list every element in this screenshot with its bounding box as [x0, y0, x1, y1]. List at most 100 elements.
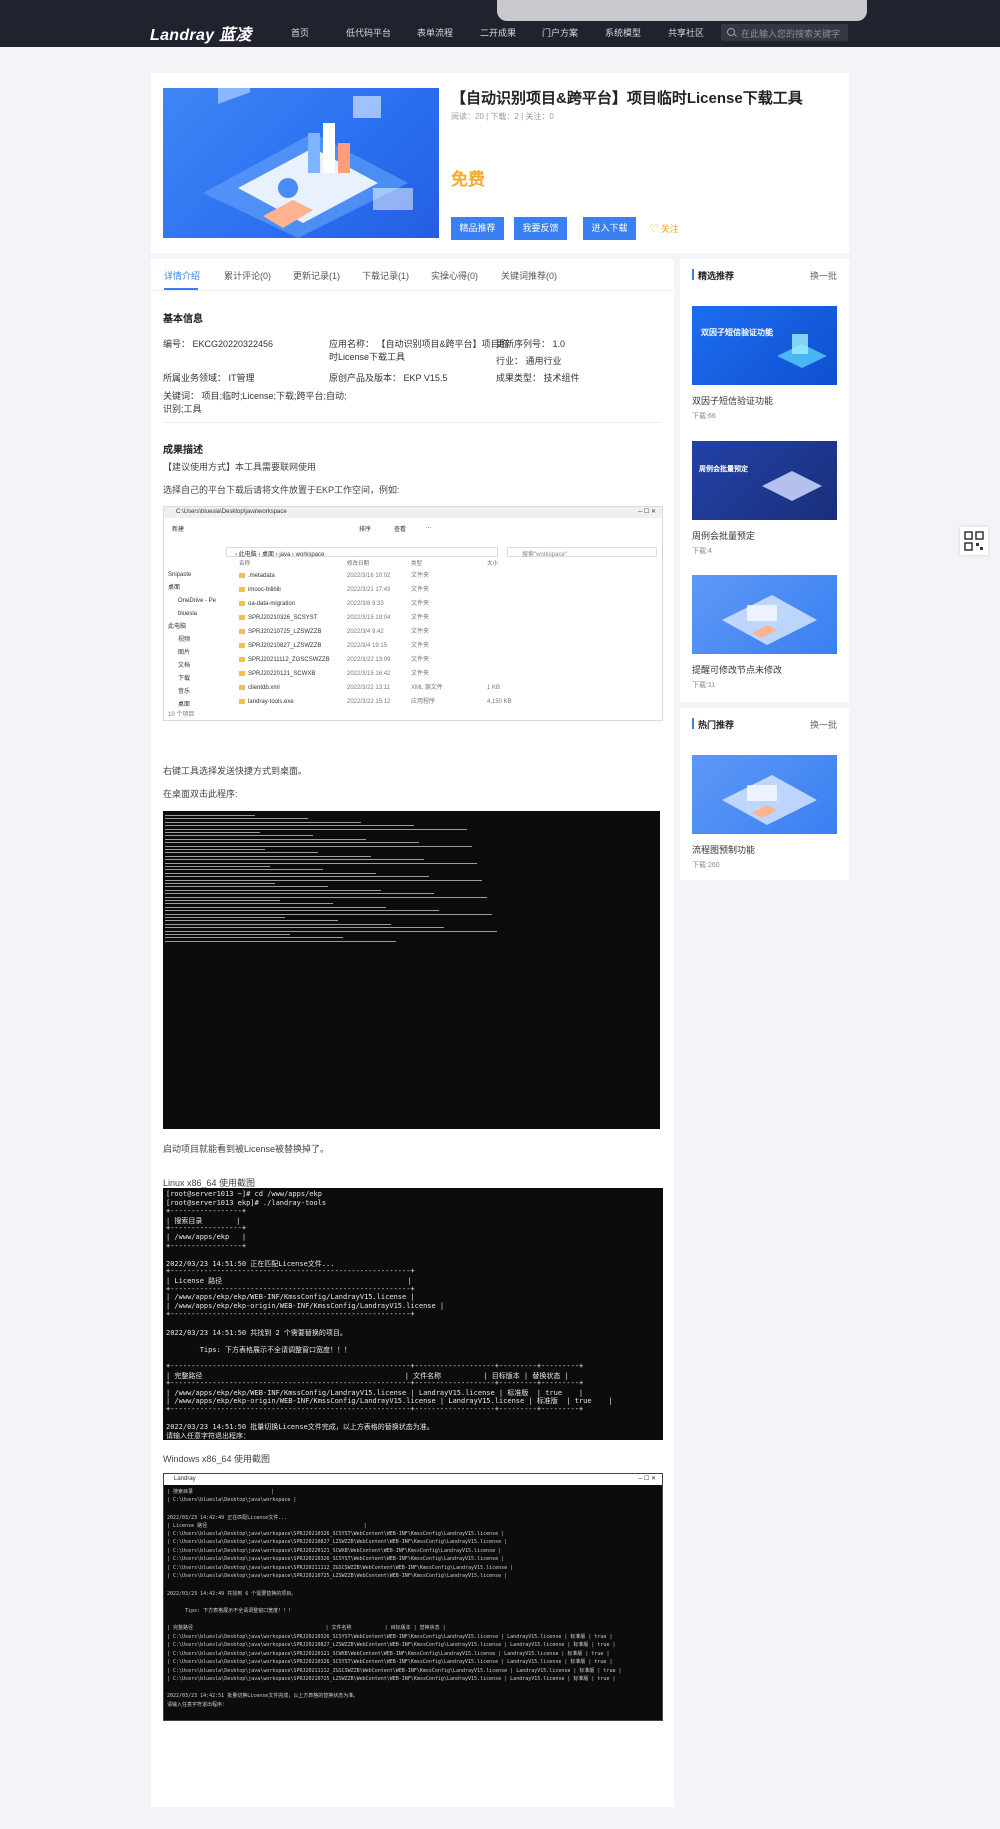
file-row[interactable]: .metadata 2022/3/16 10:02 文件夹 [239, 569, 579, 583]
console-line [165, 872, 376, 874]
console-line [165, 886, 328, 888]
console-line [165, 927, 444, 929]
file-date: 2022/3/4 19:15 [347, 643, 388, 649]
nav-system-model[interactable]: 系统模型 [605, 26, 641, 39]
tab-experience[interactable]: 实操心得(0) [431, 269, 478, 282]
info-keywords: 关键词： 项目;临时;License;下载;跨平台;自动; 识别;工具 [163, 390, 347, 416]
picks-refresh-link[interactable]: 换一批 [810, 269, 837, 282]
file-type: 文件夹 [411, 587, 430, 593]
file-row[interactable]: SPRJ20211112_ZGSCSWZZB 2022/3/22 13:09 文件夹 [239, 653, 579, 667]
terminal-line: | /www/apps/ekp | [166, 1233, 247, 1241]
terminal-line: | C:\Users\bluesla\Desktop\java\workspac… [167, 1564, 514, 1571]
search-icon [727, 28, 735, 36]
follow-button[interactable]: ♡ 关注 [649, 222, 679, 235]
pick-1-name[interactable]: 双因子短信验证功能 [692, 394, 773, 407]
tree-item[interactable]: 此电脑 [168, 621, 230, 634]
terminal-line: | C:\Users\bluesla\Desktop\java\workspac… [167, 1547, 502, 1554]
console-line [165, 913, 492, 915]
nav-home[interactable]: 首页 [291, 26, 309, 39]
terminal-line: +-----------------+ [166, 1224, 247, 1233]
nav-community[interactable]: 共享社区 [668, 26, 704, 39]
hot-1-downloads: 下载:260 [692, 862, 720, 869]
console-screenshot [163, 811, 660, 1129]
desc-shortcut: 右键工具选择发送快捷方式到桌面。 [163, 766, 308, 776]
search-input[interactable]: 在此输入您的搜索关键字 [721, 24, 848, 41]
info-code: 编号： EKCG20220322456 [163, 339, 274, 349]
console-line [165, 832, 260, 833]
tree-item[interactable]: 图片 [168, 647, 230, 660]
featured-button[interactable]: 精品推荐 [451, 217, 504, 240]
tree-item[interactable]: 文档 [168, 660, 230, 673]
file-type: 应用程序 [411, 699, 436, 705]
tab-downloads[interactable]: 下载记录(1) [362, 269, 409, 282]
tree-item[interactable]: OneDrive - Pe [168, 595, 230, 608]
info-type: 成果类型： 技术组件 [496, 373, 580, 383]
window-controls-icon: ─ ☐ ✕ [638, 509, 656, 515]
pick-1-image[interactable]: 双因子短信验证功能 [692, 306, 837, 385]
nav-lowcode[interactable]: 低代码平台 [346, 26, 391, 39]
folder-icon [239, 642, 245, 648]
console-line [165, 917, 285, 918]
terminal-line: +---------------------------------------… [166, 1310, 415, 1319]
file-row[interactable]: SPRJ20210725_LZSWZZB 2022/3/4 9:42 文件夹 [239, 625, 579, 639]
hot-1-name[interactable]: 流程图预制功能 [692, 843, 755, 856]
file-row[interactable]: SPRJ20210326_SCSYST 2022/3/15 19:04 文件夹 [239, 611, 579, 625]
folder-icon [239, 586, 245, 592]
pick-2-image[interactable]: 周例会批量预定 [692, 441, 837, 520]
view-button: 查看 [394, 527, 407, 533]
picks-title: 精选推荐 [692, 269, 734, 282]
hot-1-image[interactable] [692, 755, 837, 834]
file-date: 2022/3/15 19:04 [347, 615, 391, 621]
file-row[interactable]: SPRJ20210827_LZSWZZB 2022/3/4 19:15 文件夹 [239, 639, 579, 653]
windows-caption: Windows x86_64 使用截图 [163, 1454, 271, 1464]
nav-secondary-dev[interactable]: 二开成果 [480, 26, 516, 39]
tab-details[interactable]: 详情介绍 [164, 269, 200, 282]
tree-item[interactable]: 视频 [168, 634, 230, 647]
console-line [165, 900, 280, 901]
tab-keywords[interactable]: 关键词推荐(0) [501, 269, 557, 282]
tree-item[interactable]: 桌面 [168, 582, 230, 595]
file-row[interactable]: landray-tools.exe 2022/3/22 15:12 应用程序 4,15… [239, 695, 579, 709]
tree-item[interactable]: Snipaste [168, 569, 230, 582]
tab-comments[interactable]: 累计评论(0) [224, 269, 271, 282]
console-line [165, 825, 414, 827]
file-name: SPRJ20210326_SCSYST [248, 615, 318, 621]
file-row[interactable]: oa-data-migration 2022/3/8 9:33 文件夹 [239, 597, 579, 611]
explorer-file-list: .metadata 2022/3/16 10:02 文件夹 imooc-bilibil… [239, 569, 579, 709]
pick-3-downloads: 下载:11 [692, 682, 716, 689]
hot-refresh-link[interactable]: 换一批 [810, 718, 837, 731]
file-row[interactable]: imooc-bilibili 2022/3/21 17:43 文件夹 [239, 583, 579, 597]
download-button[interactable]: 进入下载 [583, 217, 636, 240]
terminal-line: +---------------------------------------… [166, 1284, 415, 1293]
qr-code-icon[interactable] [960, 527, 988, 555]
explorer-address-bar: › 此电脑 › 桌面 › java › workspace [226, 547, 498, 558]
file-row[interactable]: SPRJ20220121_SCWXB 2022/3/15 16:42 文件夹 [239, 667, 579, 681]
overlay-popup-blob [497, 0, 867, 21]
explorer-status: 10 个项目 [168, 712, 195, 718]
tree-item[interactable]: bluesla [168, 608, 230, 621]
file-size: 1 KB [487, 685, 501, 691]
landray-logo[interactable]: Landray 蓝凌 [150, 21, 252, 45]
nav-form-flow[interactable]: 表单流程 [417, 26, 453, 39]
pick-2-name[interactable]: 周例会批量预定 [692, 529, 755, 542]
pick-3-image[interactable] [692, 575, 837, 654]
tree-item[interactable]: 下载 [168, 673, 230, 686]
folder-icon [239, 684, 245, 690]
col-date: 修改日期 [347, 561, 370, 567]
pick-3-name[interactable]: 提醒可修改节点未修改 [692, 663, 782, 676]
nav-portal[interactable]: 门户方案 [542, 26, 578, 39]
terminal-line: +---------------------------------------… [166, 1362, 584, 1370]
tree-item[interactable]: 音乐 [168, 686, 230, 699]
file-type: 文件夹 [411, 573, 430, 579]
desc-place-file: 选择自己的平台下载后请将文件放置于EKP工作空间，例如: [163, 485, 400, 495]
file-row[interactable]: clientdb.xml 2022/3/22 13:11 XML 源文件 1 KB [239, 681, 579, 695]
terminal-line: | License 路径 | [167, 1523, 367, 1529]
feedback-button[interactable]: 我要反馈 [514, 217, 567, 240]
info-app-name: 应用名称： 【自动识别项目&跨平台】项目临 时License下载工具 [329, 338, 509, 364]
terminal-line: | /www/apps/ekp/ekp/WEB-INF/KmssConfig/L… [166, 1293, 415, 1302]
tab-updates[interactable]: 更新记录(1) [293, 269, 340, 282]
console-line [165, 815, 255, 816]
console-line [165, 937, 343, 939]
more-button: ... [426, 524, 432, 530]
console-line [165, 835, 313, 837]
